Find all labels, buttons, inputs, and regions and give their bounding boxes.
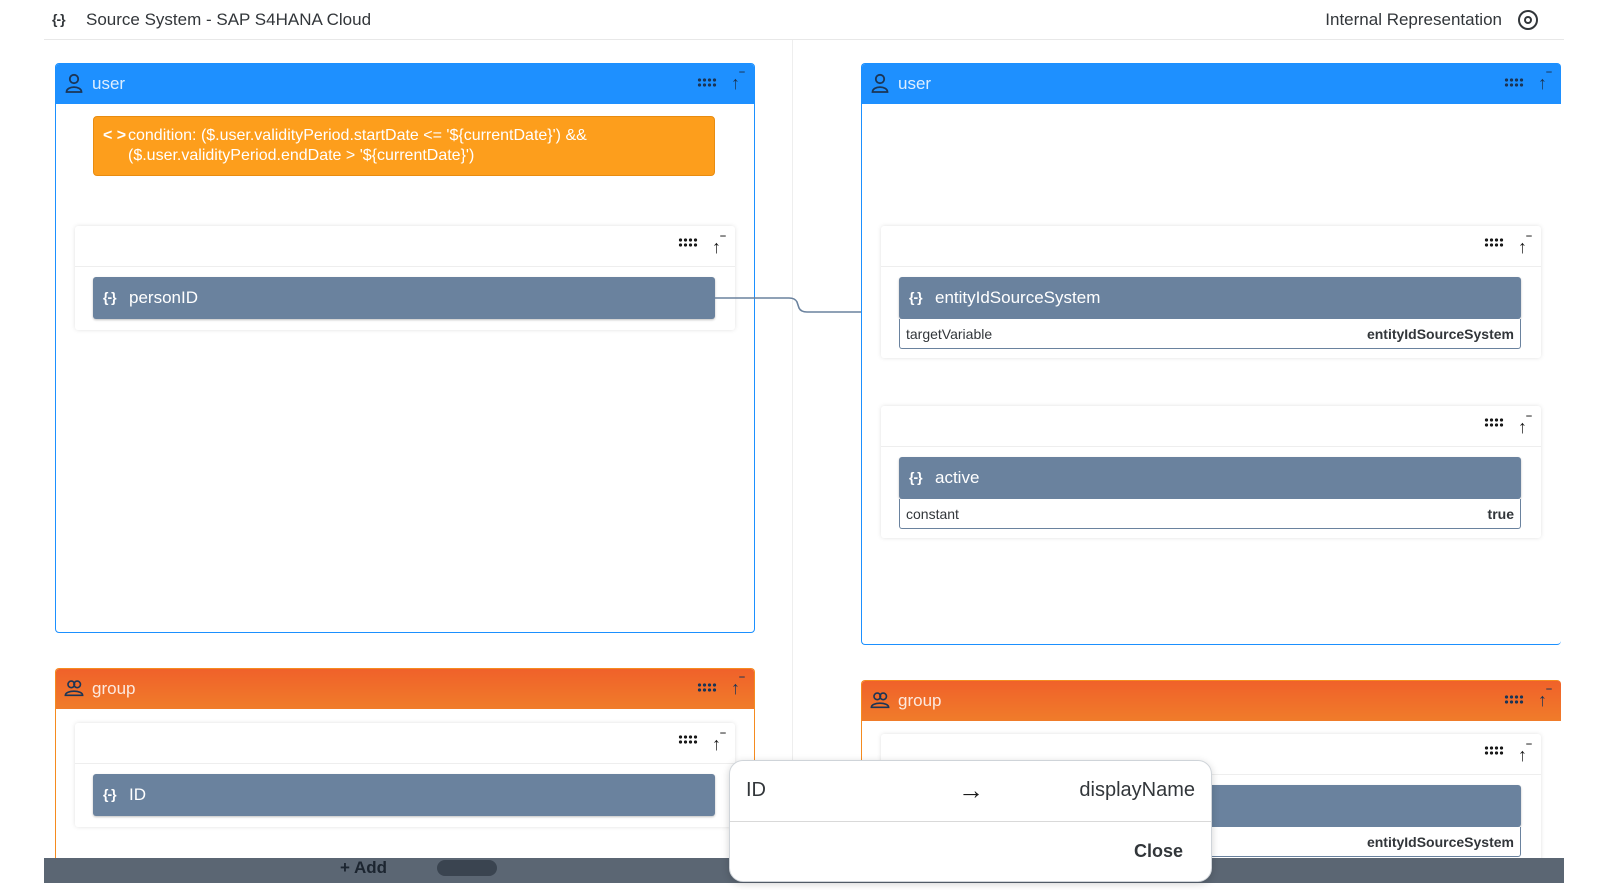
condition-text: condition: ($.user.validityPeriod.startD…	[128, 127, 587, 164]
target-field-entityidsourcesystem[interactable]: {-} entityIdSourceSystem targetVariable …	[899, 277, 1521, 349]
source-group-header: group ↑ ‾	[56, 669, 754, 709]
target-field-active[interactable]: {-} active constant true	[899, 457, 1521, 529]
target-user-header: user ↑ ‾	[862, 64, 1561, 104]
source-system-title: Source System - SAP S4HANA Cloud	[86, 10, 372, 29]
code-icon: < >	[103, 127, 127, 144]
group-icon	[870, 692, 890, 709]
drag-handle-icon[interactable]	[1504, 695, 1524, 705]
condition-block[interactable]: < > condition: ($.user.validityPeriod.st…	[93, 116, 715, 176]
sort-up-icon[interactable]: ↑ ‾	[1518, 742, 1531, 764]
user-icon	[871, 73, 889, 93]
mapping-editor: {-} Source System - SAP S4HANA Cloud Int…	[0, 0, 1600, 890]
variable-icon: {-}	[909, 469, 923, 485]
drag-handle-icon[interactable]	[678, 238, 698, 248]
field-name: personID	[129, 288, 198, 307]
user-icon	[65, 73, 83, 93]
property-value: entityIdSourceSystem	[1366, 326, 1514, 342]
field-name: ID	[129, 785, 146, 804]
field-name: active	[935, 468, 980, 487]
property-value: entityIdSourceSystem	[1366, 834, 1514, 850]
property-value: true	[1487, 506, 1514, 522]
add-button[interactable]: + Add	[340, 858, 387, 878]
field-property-row[interactable]: constant true	[899, 499, 1521, 529]
column-divider	[792, 40, 793, 860]
popover-separator	[730, 821, 1211, 822]
close-button[interactable]: Close	[1134, 841, 1183, 862]
sort-up-icon[interactable]: ↑ ‾	[1518, 234, 1531, 256]
sort-up-icon[interactable]: ↑ ‾	[731, 675, 744, 697]
target-user-label: user	[898, 74, 932, 93]
variable-icon: {-}	[103, 289, 117, 305]
target-icon[interactable]	[1518, 10, 1538, 30]
source-field-personid[interactable]: {-} personID	[93, 277, 715, 319]
top-bar: {-} Source System - SAP S4HANA Cloud Int…	[44, 0, 1564, 40]
group-icon	[64, 680, 84, 697]
source-group-label: group	[92, 679, 136, 698]
variable-icon: {-}	[103, 786, 117, 802]
drag-handle-icon[interactable]	[1484, 238, 1504, 248]
source-user-header: user ↑ ‾	[56, 64, 754, 104]
drag-handle-icon[interactable]	[697, 78, 717, 88]
sort-up-icon[interactable]: ↑ ‾	[712, 731, 725, 753]
popover-source-field: ID	[746, 779, 766, 801]
sort-up-icon[interactable]: ↑ ‾	[1518, 414, 1531, 436]
drag-handle-icon[interactable]	[678, 735, 698, 745]
card-separator	[881, 266, 1541, 267]
drag-handle-icon[interactable]	[1504, 78, 1524, 88]
source-field-id[interactable]: {-} ID	[93, 774, 715, 816]
property-key: targetVariable	[906, 326, 993, 342]
sort-up-icon[interactable]: ↑ ‾	[712, 234, 725, 256]
drag-handle-icon[interactable]	[697, 683, 717, 693]
field-property-row[interactable]: targetVariable entityIdSourceSystem	[899, 319, 1521, 349]
target-system-title: Internal Representation	[1325, 10, 1502, 29]
target-group-label: group	[898, 691, 942, 710]
target-group-header: group ↑ ‾	[862, 681, 1561, 721]
sort-up-icon[interactable]: ↑ ‾	[1538, 687, 1551, 709]
field-name: entityIdSourceSystem	[935, 288, 1101, 307]
card-separator	[75, 266, 735, 267]
card-separator	[881, 446, 1541, 447]
variable-icon: {-}	[909, 289, 923, 305]
count-badge	[437, 860, 497, 876]
source-user-label: user	[92, 74, 126, 93]
property-key: constant	[906, 506, 959, 522]
popover-target-field: displayName	[1079, 779, 1195, 801]
arrow-right-icon: →	[958, 775, 984, 805]
variable-icon: {-}	[52, 11, 66, 27]
sort-up-icon[interactable]: ↑ ‾	[1538, 70, 1551, 92]
drag-handle-icon[interactable]	[1484, 418, 1504, 428]
mapping-popover: ID → displayName Close	[729, 760, 1212, 882]
drag-handle-icon[interactable]	[1484, 746, 1504, 756]
card-separator	[75, 763, 735, 764]
sort-up-icon[interactable]: ↑ ‾	[731, 70, 744, 92]
